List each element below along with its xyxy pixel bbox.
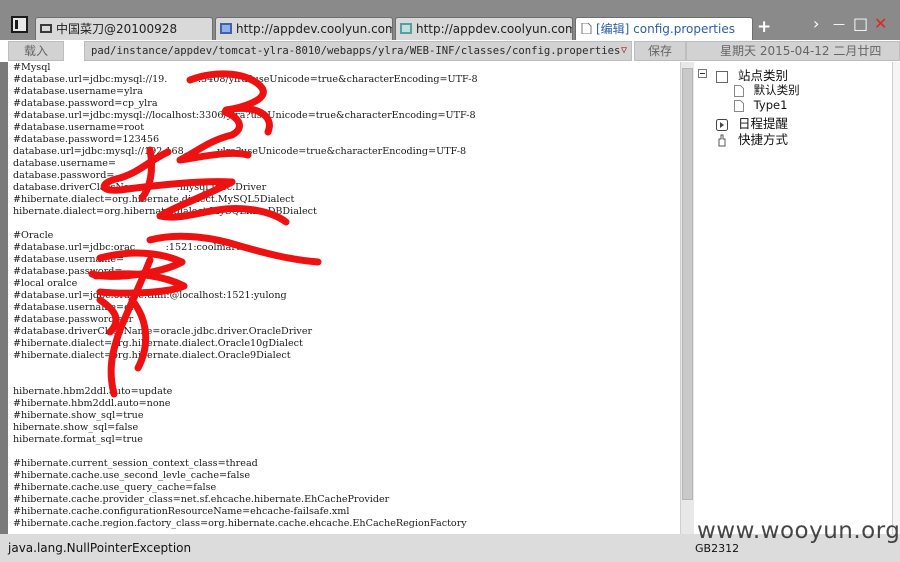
maximize-icon[interactable]: □	[853, 15, 868, 33]
editor-line: #database.password=dr	[13, 314, 134, 325]
save-button[interactable]: 保存	[634, 41, 686, 61]
editor-line: database.driverClassName= .mysql.jdbc.Dr…	[13, 182, 267, 193]
editor-line: database.url=jdbc:mysql://192.168. ylra?…	[13, 146, 467, 157]
watermark: www.wooyun.org	[697, 518, 900, 544]
editor-line: #database.url=jdbc:oracle:thin:@localhos…	[13, 290, 287, 301]
editor-line: #hibernate.cache.use_second_levle_cache=…	[13, 470, 250, 481]
tab-bar: 中国菜刀@20100928 http://appdev.coolyun.com/…	[0, 0, 900, 40]
tab-url-1[interactable]: http://appdev.coolyun.com/yl...	[215, 17, 393, 40]
tree-label: 快捷方式	[737, 132, 788, 147]
vertical-scrollbar[interactable]	[680, 62, 694, 534]
page-icon	[734, 99, 744, 112]
tab-label: http://appdev.coolyun.com/yl...	[416, 22, 572, 36]
page-icon	[400, 23, 412, 34]
editor-line: #Mysql	[13, 62, 51, 73]
editor-line: #local oralce	[13, 278, 78, 289]
editor-line: #database.url=jdbc:mysql://localhost:330…	[13, 110, 476, 121]
editor-line: #database.url=jdbc:orac :1521:coolmart	[13, 242, 240, 253]
editor-line: hibernate.format_sql=true	[13, 434, 143, 445]
page-icon	[734, 84, 744, 97]
tab-label: http://appdev.coolyun.com/yl...	[236, 22, 392, 36]
collapse-icon[interactable]	[698, 69, 707, 78]
editor-line: #hibernate.cache.configurationResourceNa…	[13, 506, 350, 517]
tree-label: 默认类别	[753, 83, 800, 97]
tab-url-2[interactable]: http://appdev.coolyun.com/yl...	[395, 17, 573, 40]
tree-label: 站点类别	[737, 68, 788, 83]
chevron-down-icon[interactable]: ▽	[621, 42, 627, 60]
path-input[interactable]: pad/instance/appdev/tomcat-ylra-8010/web…	[84, 41, 632, 61]
date-display: 星期天 2015-04-12 二月廿四	[686, 41, 900, 61]
editor-line: #database.username=root	[13, 122, 145, 133]
editor-line: hibernate.show_sql=false	[13, 422, 139, 433]
page-icon	[220, 23, 232, 34]
right-frame	[892, 62, 900, 534]
editor-line: #database.username=	[13, 254, 125, 265]
path-text: pad/instance/appdev/tomcat-ylra-8010/web…	[91, 45, 621, 57]
tree-item-site-category[interactable]: 站点类别	[698, 65, 788, 83]
edit-icon	[581, 23, 592, 34]
app-window-icon[interactable]	[11, 16, 28, 33]
scroll-tabs-icon[interactable]: ›	[813, 15, 819, 33]
editor-line: #hibernate.hbm2ddl.auto=none	[13, 398, 171, 409]
add-tab-button[interactable]: +	[757, 16, 771, 38]
tab-config-properties[interactable]: [编辑] config.properties	[575, 17, 753, 40]
editor-line: #hibernate.dialect=org.hibernate.dialect…	[13, 338, 303, 349]
editor-line: #database.url=jdbc:mysql://19. :3408/ylr…	[13, 74, 478, 85]
scrollbar-thumb[interactable]	[682, 68, 693, 500]
editor-line: hibernate.dialect=org.hibernate.dialect.…	[13, 206, 317, 217]
close-icon[interactable]: ✕	[874, 15, 887, 33]
editor-line: #Oracle	[13, 230, 54, 241]
load-button[interactable]: 载入	[8, 41, 64, 61]
toolbar: 载入 pad/instance/appdev/tomcat-ylra-8010/…	[0, 40, 900, 62]
editor-line: #database.username=ylra	[13, 86, 143, 97]
folder-icon	[716, 70, 728, 83]
tree-item-shortcuts[interactable]: 快捷方式	[716, 129, 788, 148]
editor-line: #hibernate.cache.region.factory_class=or…	[13, 518, 467, 529]
editor-line: #hibernate.dialect=org.hibernate.dialect…	[13, 194, 295, 205]
editor-line: #hibernate.dialect=org.hibernate.dialect…	[13, 350, 291, 361]
editor-line: #hibernate.current_session_context_class…	[13, 458, 258, 469]
tab-caidao[interactable]: 中国菜刀@20100928	[35, 17, 213, 40]
file-editor[interactable]: #Mysql #database.url=jdbc:mysql://19. :34…	[8, 62, 680, 534]
editor-line: hibernate.hbm2ddl.auto=update	[13, 386, 173, 397]
editor-line: #database.password=123456	[13, 134, 160, 145]
editor-line: #hibernate.cache.provider_class=net.sf.e…	[13, 494, 390, 505]
knife-icon	[40, 24, 52, 33]
tab-label: [编辑] config.properties	[596, 22, 735, 36]
side-panel: 站点类别 默认类别 Type1 日程提醒 快捷方式	[694, 62, 892, 534]
editor-line: database.username=	[13, 158, 117, 169]
editor-line: database.password=	[13, 170, 115, 181]
editor-line: #hibernate.show_sql=true	[13, 410, 144, 421]
tree-item-type1[interactable]: Type1	[734, 98, 787, 112]
tab-label: 中国菜刀@20100928	[56, 22, 178, 36]
left-frame	[0, 62, 8, 534]
editor-line: #database.driverClassName=oracle.jdbc.dr…	[13, 326, 313, 337]
tree-label: Type1	[753, 98, 788, 112]
tree-item-default-category[interactable]: 默认类别	[734, 82, 800, 98]
editor-line: #hibernate.cache.use_query_cache=false	[13, 482, 217, 493]
minimize-icon[interactable]: —	[833, 15, 845, 33]
shortcut-icon	[718, 134, 726, 147]
editor-line: #database.username=dr	[13, 302, 135, 313]
editor-line: #database.password=cp_ylra	[13, 98, 158, 109]
status-message: java.lang.NullPointerException	[8, 541, 192, 555]
editor-line: #database.password=	[13, 266, 123, 277]
